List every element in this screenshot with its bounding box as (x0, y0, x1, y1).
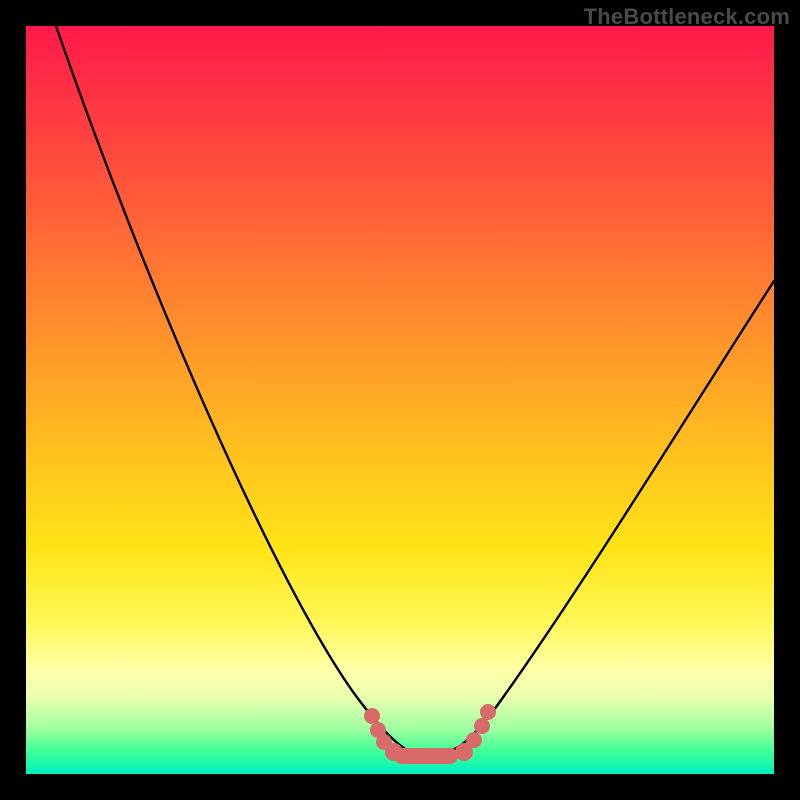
right-curve (436, 281, 774, 756)
chart-frame: TheBottleneck.com (0, 0, 800, 800)
valley-markers (364, 704, 496, 764)
plot-area (26, 26, 774, 774)
left-curve (56, 26, 421, 756)
curve-overlay (26, 26, 774, 774)
watermark-text: TheBottleneck.com (584, 4, 790, 30)
